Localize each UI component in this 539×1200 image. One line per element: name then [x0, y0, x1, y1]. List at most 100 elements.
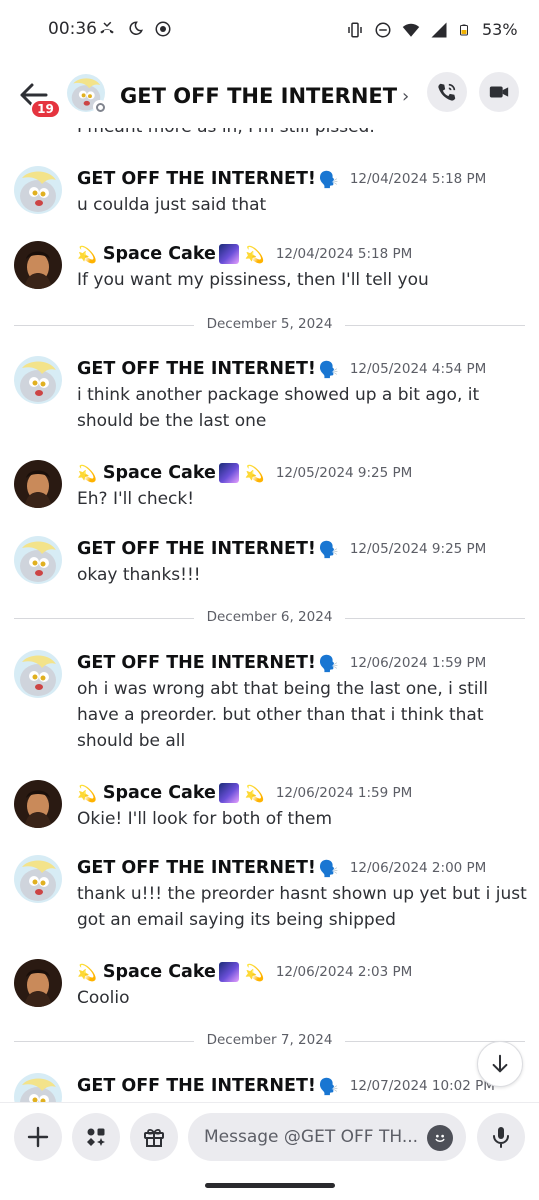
plus-icon [27, 1126, 49, 1148]
microphone-icon [493, 1127, 509, 1148]
message-text: i think another package showed up a bit … [77, 385, 480, 431]
status-bar: 00:36 53% [0, 0, 539, 62]
message-text: Coolio [77, 988, 130, 1008]
video-call-button[interactable] [479, 72, 519, 112]
dizzy-star-icon: 💫 [244, 783, 265, 803]
avatar[interactable] [14, 166, 62, 214]
timestamp: 12/06/2024 1:59 PM [275, 785, 413, 801]
speaking-head-icon: 🗣️ [318, 653, 339, 673]
dizzy-star-icon: 💫 [244, 463, 265, 483]
dizzy-star-icon: 💫 [244, 244, 265, 264]
timestamp: 12/05/2024 9:25 PM [349, 541, 487, 557]
signal-icon [431, 22, 447, 37]
camera-dot-icon [155, 21, 171, 37]
speaking-head-icon: 🗣️ [318, 359, 339, 379]
gift-icon [144, 1128, 164, 1147]
timestamp: 12/05/2024 4:54 PM [349, 361, 487, 377]
apps-icon [87, 1128, 105, 1146]
galaxy-emoji-icon [218, 783, 239, 803]
author-name[interactable]: GET OFF THE INTERNET! [77, 359, 316, 379]
dnd-icon [375, 22, 391, 37]
author-name[interactable]: GET OFF THE INTERNET! [77, 653, 316, 673]
author-name[interactable]: Space Cake [103, 244, 216, 264]
jump-to-bottom-button[interactable] [477, 1041, 523, 1087]
message-list[interactable]: I meant more as in, I'm still pissed. GE… [0, 128, 539, 1102]
timestamp: 12/07/2024 10:02 PM [349, 1078, 495, 1094]
author-name[interactable]: Space Cake [103, 962, 216, 982]
date-divider: December 6, 2024 [14, 608, 525, 628]
galaxy-emoji-icon [218, 244, 239, 264]
message-text: Eh? I'll check! [77, 489, 195, 509]
speaking-head-icon: 🗣️ [318, 1076, 339, 1096]
wifi-icon [402, 23, 420, 37]
author-name[interactable]: GET OFF THE INTERNET! [77, 1076, 316, 1096]
timestamp: 12/06/2024 2:03 PM [275, 964, 413, 980]
avatar[interactable] [14, 1073, 62, 1102]
status-time: 00:36 [48, 19, 97, 39]
date-divider-label: December 7, 2024 [206, 1032, 333, 1048]
dizzy-star-icon: 💫 [77, 962, 97, 982]
message-text: If you want my pissiness, then I'll tell… [77, 270, 429, 290]
unread-badge: 19 [30, 99, 61, 119]
timestamp: 12/04/2024 5:18 PM [349, 171, 487, 187]
avatar[interactable] [14, 356, 62, 404]
avatar[interactable] [14, 780, 62, 828]
speaking-head-icon: 🗣️ [318, 858, 339, 878]
author-name[interactable]: Space Cake [103, 783, 216, 803]
author-name[interactable]: GET OFF THE INTERNET! [77, 858, 316, 878]
timestamp: 12/05/2024 9:25 PM [275, 465, 413, 481]
message-text: Okie! I'll look for both of them [77, 809, 332, 829]
dizzy-star-icon: 💫 [77, 244, 97, 264]
vibrate-icon [348, 22, 362, 37]
message-composer [0, 1102, 539, 1174]
date-divider: December 5, 2024 [14, 315, 525, 335]
partial-message: I meant more as in, I'm still pissed. [77, 128, 375, 137]
missed-call-icon [100, 21, 114, 34]
date-divider: December 7, 2024 [14, 1031, 525, 1051]
timestamp: 12/06/2024 1:59 PM [349, 655, 487, 671]
chevron-right-icon[interactable]: › [402, 86, 409, 107]
message-text: u coulda just said that [77, 195, 267, 215]
timestamp: 12/06/2024 2:00 PM [349, 860, 487, 876]
battery-percent: 53% [482, 20, 518, 39]
battery-icon [460, 24, 468, 35]
add-attachment-button[interactable] [14, 1113, 62, 1161]
author-name[interactable]: GET OFF THE INTERNET! [77, 539, 316, 559]
avatar[interactable] [14, 650, 62, 698]
phone-icon [438, 83, 456, 101]
avatar[interactable] [14, 460, 62, 508]
smiley-icon [435, 1134, 445, 1142]
message-input[interactable] [188, 1113, 466, 1161]
message-text: thank u!!! the preorder hasnt shown up y… [77, 884, 527, 930]
timestamp: 12/04/2024 5:18 PM [275, 246, 413, 262]
home-indicator[interactable] [205, 1183, 335, 1188]
arrow-down-icon [492, 1054, 508, 1073]
voice-call-button[interactable] [427, 72, 467, 112]
dizzy-star-icon: 💫 [244, 962, 265, 982]
avatar[interactable] [14, 855, 62, 903]
author-name[interactable]: Space Cake [103, 463, 216, 483]
apps-button[interactable] [72, 1113, 120, 1161]
voice-message-button[interactable] [477, 1113, 525, 1161]
speaking-head-icon: 🗣️ [318, 539, 339, 559]
moon-icon [129, 21, 143, 35]
video-camera-icon [489, 86, 509, 98]
avatar[interactable] [14, 959, 62, 1007]
author-name[interactable]: GET OFF THE INTERNET! [77, 169, 316, 189]
status-indicator-icon [93, 100, 107, 114]
avatar[interactable] [14, 241, 62, 289]
message-text: okay thanks!!! [77, 565, 201, 585]
conversation-title[interactable]: GET OFF THE INTERNET! ... [120, 84, 398, 108]
emoji-picker-button[interactable] [427, 1125, 453, 1151]
gift-button[interactable] [130, 1113, 178, 1161]
speaking-head-icon: 🗣️ [318, 169, 339, 189]
message-text: oh i was wrong abt that being the last o… [77, 679, 488, 751]
dizzy-star-icon: 💫 [77, 463, 97, 483]
date-divider-label: December 6, 2024 [206, 609, 333, 625]
galaxy-emoji-icon [218, 463, 239, 483]
avatar[interactable] [14, 536, 62, 584]
galaxy-emoji-icon [218, 962, 239, 982]
date-divider-label: December 5, 2024 [206, 316, 333, 332]
conversation-header: 19 GET OFF THE INTERNET! ... › [0, 62, 539, 128]
dizzy-star-icon: 💫 [77, 783, 97, 803]
